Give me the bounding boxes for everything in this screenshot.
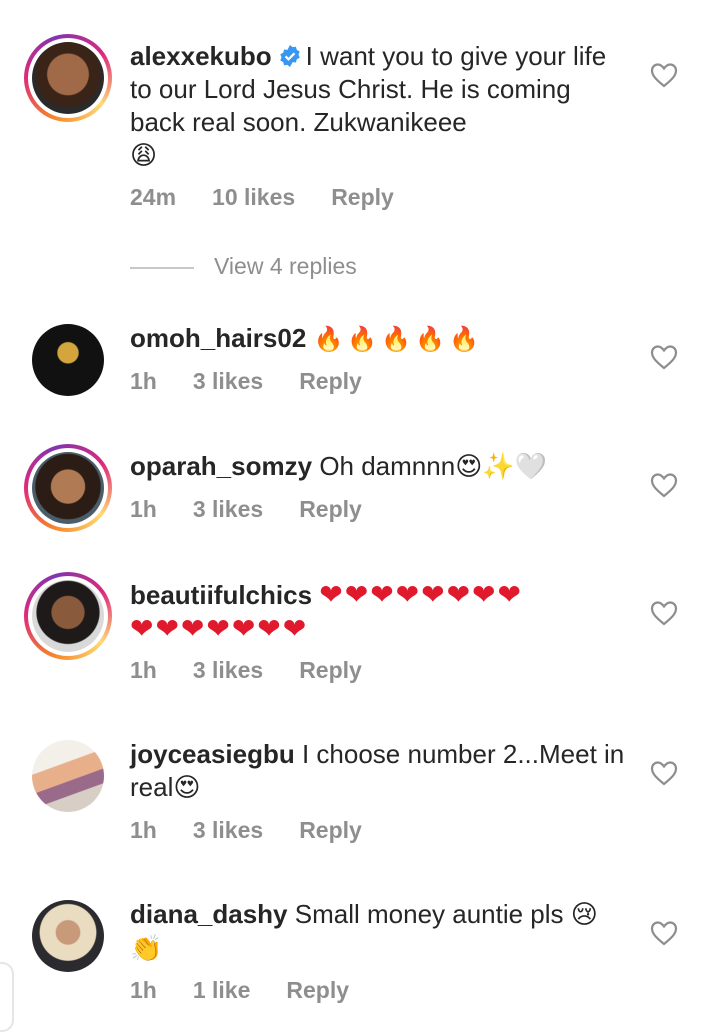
likes-count[interactable]: 3 likes: [193, 817, 263, 843]
username[interactable]: diana_dashy: [130, 899, 288, 929]
avatar[interactable]: [24, 892, 112, 980]
avatar[interactable]: [24, 444, 112, 532]
avatar[interactable]: [24, 316, 112, 404]
comment-emoji: 😩: [130, 141, 158, 171]
heart-outline-icon[interactable]: [650, 62, 678, 88]
timestamp: 24m: [130, 184, 177, 210]
comment-emoji: 😢: [570, 900, 598, 930]
divider: [130, 266, 194, 269]
heart-outline-icon[interactable]: [650, 344, 678, 370]
comment-emoji-line2: ❤❤❤❤❤❤❤: [130, 612, 309, 645]
comment-meta: 1h 3 likes Reply: [130, 368, 398, 395]
comment-text: Small money auntie pls: [294, 899, 564, 929]
reply-button[interactable]: Reply: [299, 817, 362, 843]
timestamp: 1h: [130, 817, 157, 843]
comment-emoji: 😍✨🤍: [455, 452, 548, 482]
heart-outline-icon[interactable]: [650, 600, 678, 626]
avatar[interactable]: [24, 34, 112, 122]
heart-outline-icon[interactable]: [650, 920, 678, 946]
username[interactable]: alexxekubo: [130, 41, 272, 71]
timestamp: 1h: [130, 977, 157, 1003]
comment-text-block: beautiifulchics ❤❤❤❤❤❤❤❤ ❤❤❤❤❤❤❤: [130, 578, 630, 646]
likes-count[interactable]: 3 likes: [193, 368, 263, 394]
comment-meta: 1h 3 likes Reply: [130, 496, 398, 523]
comment-text-block: diana_dashy Small money auntie pls 😢 👏: [130, 898, 630, 966]
reply-button[interactable]: Reply: [299, 368, 362, 394]
verified-badge-icon: [279, 45, 300, 67]
reply-button[interactable]: Reply: [286, 977, 349, 1003]
timestamp: 1h: [130, 496, 157, 522]
heart-outline-icon[interactable]: [650, 472, 678, 498]
username[interactable]: omoh_hairs02: [130, 323, 306, 353]
reply-button[interactable]: Reply: [331, 184, 394, 210]
avatar[interactable]: [24, 572, 112, 660]
comment-emoji: 😍: [173, 773, 201, 803]
likes-count[interactable]: 10 likes: [212, 184, 295, 210]
comment-meta: 1h 1 like Reply: [130, 977, 385, 1004]
comment-text-block: oparah_somzy Oh damnnn😍✨🤍: [130, 450, 630, 484]
comment-meta: 1h 3 likes Reply: [130, 657, 398, 684]
comment-text-block: omoh_hairs02 🔥🔥🔥🔥🔥: [130, 322, 630, 356]
comment-meta: 1h 3 likes Reply: [130, 817, 398, 844]
reply-button[interactable]: Reply: [299, 657, 362, 683]
comment-meta: 24m 10 likes Reply: [130, 184, 430, 211]
username[interactable]: beautiifulchics: [130, 580, 312, 610]
comment-emoji: ❤❤❤❤❤❤❤❤: [319, 578, 523, 611]
likes-count[interactable]: 3 likes: [193, 657, 263, 683]
username[interactable]: joyceasiegbu: [130, 739, 295, 769]
screen-edge-handle: [0, 962, 14, 1032]
view-replies-label[interactable]: View 4 replies: [214, 253, 357, 279]
comment-text-block: alexxekubo I want you to give your life t…: [130, 40, 630, 173]
timestamp: 1h: [130, 657, 157, 683]
likes-count[interactable]: 3 likes: [193, 496, 263, 522]
comment-text-block: joyceasiegbu I choose number 2...Meet in…: [130, 738, 630, 805]
view-replies-link[interactable]: View 4 replies: [130, 253, 357, 280]
comment-emoji-line2: 👏: [130, 934, 163, 964]
username[interactable]: oparah_somzy: [130, 451, 312, 481]
reply-button[interactable]: Reply: [299, 496, 362, 522]
avatar[interactable]: [24, 732, 112, 820]
heart-outline-icon[interactable]: [650, 760, 678, 786]
comment-emoji: 🔥🔥🔥🔥🔥: [313, 325, 483, 353]
comment-text: Oh damnnn: [319, 451, 456, 481]
likes-count[interactable]: 1 like: [193, 977, 251, 1003]
timestamp: 1h: [130, 368, 157, 394]
